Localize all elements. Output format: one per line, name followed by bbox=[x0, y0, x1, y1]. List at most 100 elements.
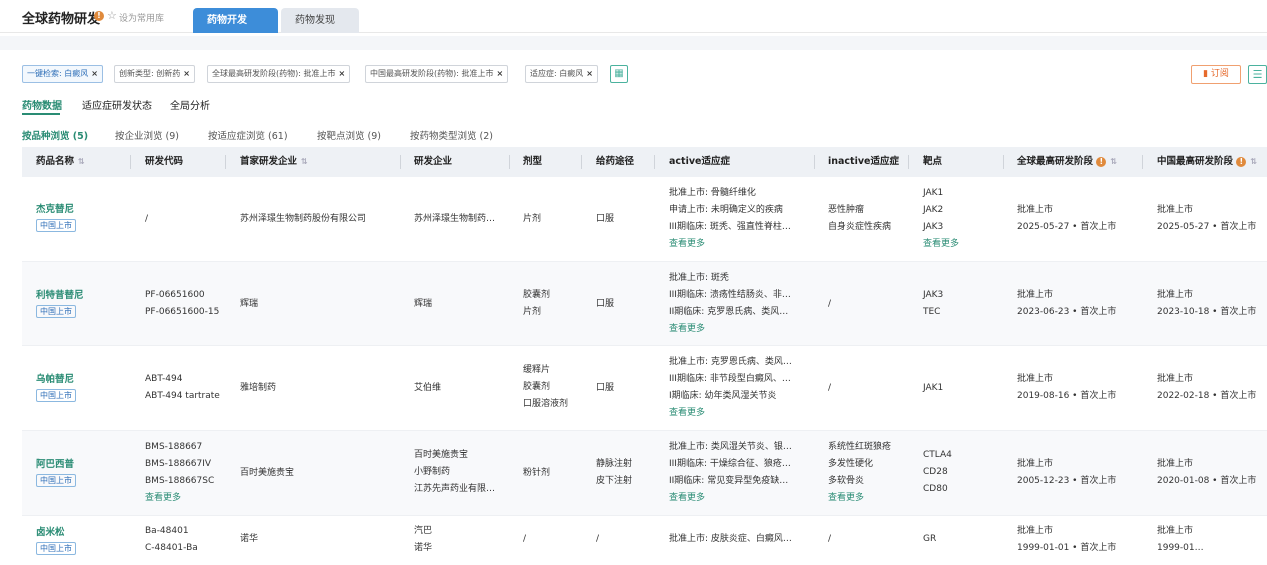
route-text: / bbox=[596, 534, 600, 544]
tab-drug-development[interactable]: 药物开发 (5) bbox=[193, 8, 278, 51]
code-cell: PF-06651600 PF-06651600-15 bbox=[145, 287, 219, 321]
indication-text: 系统性红斑狼疮 bbox=[828, 442, 892, 452]
close-icon[interactable]: × bbox=[586, 69, 593, 78]
set-favorite-link[interactable]: 设为常用库 bbox=[119, 11, 164, 24]
inactive-indication-cell: / bbox=[828, 296, 831, 313]
close-icon[interactable]: × bbox=[496, 69, 503, 78]
filter-chip[interactable]: 中国最高研发阶段(药物): 批准上市 × bbox=[365, 65, 509, 83]
see-more-link[interactable]: 查看更多 bbox=[923, 236, 959, 253]
calendar-icon[interactable]: ▦ bbox=[610, 65, 628, 83]
close-icon[interactable]: × bbox=[91, 69, 98, 78]
route-cell: 口服 bbox=[596, 211, 614, 228]
status-badge: 中国上市 bbox=[36, 305, 76, 318]
drug-name-link[interactable]: 卤米松 bbox=[36, 526, 76, 540]
indication-text: / bbox=[828, 299, 832, 309]
drug-name-link[interactable]: 阿巴西普 bbox=[36, 458, 76, 472]
column-header[interactable]: 中国最高研发阶段 ! ⇅ bbox=[1157, 147, 1257, 177]
company-link[interactable]: 汽巴 bbox=[414, 523, 432, 540]
subscribe-label: 订阅 bbox=[1210, 69, 1229, 79]
bookmark-icon: ▮ bbox=[1203, 69, 1209, 79]
close-icon[interactable]: × bbox=[183, 69, 190, 78]
see-more-link[interactable]: 查看更多 bbox=[145, 490, 214, 507]
see-more-link[interactable]: 查看更多 bbox=[828, 490, 891, 507]
company-link[interactable]: 江苏先声药业有限… bbox=[414, 481, 495, 498]
column-header: 研发代码 bbox=[145, 156, 184, 167]
filter-chip[interactable]: 一键检索: 白癜风 × bbox=[22, 65, 103, 83]
column-header[interactable]: 全球最高研发阶段 ! ⇅ bbox=[1017, 147, 1117, 177]
close-icon[interactable]: × bbox=[338, 69, 345, 78]
view-by-indication[interactable]: 按适应症浏览 (61) bbox=[208, 128, 288, 142]
company-link[interactable]: 诺华 bbox=[414, 540, 432, 557]
company-link[interactable]: 辉瑞 bbox=[414, 296, 432, 313]
see-more-link[interactable]: 查看更多 bbox=[669, 490, 792, 507]
column-divider bbox=[654, 155, 655, 169]
tab-label: 药物发现 bbox=[295, 15, 335, 26]
stage-text: 批准上市 bbox=[1017, 205, 1054, 215]
view-by-drug-type[interactable]: 按药物类型浏览 (2) bbox=[410, 128, 493, 142]
code-text: BMS-188667 bbox=[145, 442, 203, 452]
code-cell: / bbox=[145, 211, 148, 228]
company-link[interactable]: 艾伯维 bbox=[414, 380, 441, 397]
first-company-cell: 百时美施贵宝 bbox=[240, 468, 295, 478]
subtab-indication-status[interactable]: 适应症研发状态 bbox=[82, 97, 152, 112]
column-header: inactive适应症 bbox=[828, 156, 899, 167]
stage-text: 批准上市 bbox=[1017, 459, 1054, 469]
form-cell: / bbox=[523, 531, 526, 548]
form-text: 片剂 bbox=[523, 307, 542, 317]
form-text: 胶囊剂 bbox=[523, 290, 551, 300]
filter-chip[interactable]: 全球最高研发阶段(药物): 批准上市 × bbox=[207, 65, 351, 83]
company-link[interactable]: 小野制药 bbox=[414, 464, 495, 481]
view-by-variety[interactable]: 按品种浏览 (5) bbox=[22, 128, 88, 142]
tab-drug-discovery[interactable]: 药物发现! bbox=[281, 8, 359, 50]
active-indication-cell: 批准上市: 皮肤炎症、白癜风… bbox=[669, 531, 792, 548]
sort-icon[interactable]: ⇅ bbox=[1110, 157, 1117, 166]
subtab-global-analysis[interactable]: 全局分析 bbox=[170, 97, 210, 112]
drug-name-cell: 利特昔替尼 中国上市 bbox=[36, 289, 84, 319]
global-stage-cell: 批准上市 1999-01-01 • 首次上市 bbox=[1017, 523, 1116, 557]
company-cell: 艾伯维 bbox=[414, 380, 441, 397]
active-indication-cell: 批准上市: 斑秃 III期临床: 溃疡性结肠炎、非… II期临床: 克罗恩氏病、… bbox=[669, 270, 791, 338]
drug-name-link[interactable]: 利特昔替尼 bbox=[36, 289, 84, 303]
filter-chip[interactable]: 适应症: 白癜风 × bbox=[525, 65, 598, 83]
indication-text: 申请上市: 未明确定义的疾病 bbox=[669, 205, 783, 215]
view-by-company[interactable]: 按企业浏览 (9) bbox=[115, 128, 179, 142]
target-cell: JAK1 JAK2 JAK3 查看更多 bbox=[923, 185, 959, 253]
star-icon[interactable]: ☆ bbox=[107, 9, 117, 22]
table-row: 乌帕替尼 中国上市 ABT-494 ABT-494 tartrate 雅培制药 … bbox=[22, 346, 1267, 431]
drug-name-link[interactable]: 乌帕替尼 bbox=[36, 373, 76, 387]
view-by-target[interactable]: 按靶点浏览 (9) bbox=[317, 128, 381, 142]
company-link[interactable]: 苏州泽璟生物制药… bbox=[414, 211, 495, 228]
table-row: 卤米松 中国上市 Ba-48401 C-48401-Ba 诺华 汽巴 诺华 / … bbox=[22, 516, 1267, 565]
info-icon[interactable]: ! bbox=[94, 11, 104, 21]
see-more-link[interactable]: 查看更多 bbox=[669, 321, 791, 338]
subtab-drug-data[interactable]: 药物数据 bbox=[22, 97, 62, 112]
chip-label: 全球最高研发阶段(药物): 批准上市 bbox=[212, 69, 336, 78]
target-text: GR bbox=[923, 534, 937, 544]
filter-chip[interactable]: 创新类型: 创新药 × bbox=[114, 65, 195, 83]
status-badge: 中国上市 bbox=[36, 474, 76, 487]
drug-name-link[interactable]: 杰克替尼 bbox=[36, 203, 76, 217]
see-more-link[interactable]: 查看更多 bbox=[669, 405, 792, 422]
code-cell: ABT-494 ABT-494 tartrate bbox=[145, 371, 220, 405]
subscribe-button[interactable]: ▮ 订阅 bbox=[1191, 65, 1241, 84]
route-text: 口服 bbox=[596, 299, 615, 309]
chip-label: 适应症: 白癜风 bbox=[530, 69, 584, 78]
list-view-icon[interactable]: ☰ bbox=[1248, 65, 1267, 84]
column-header[interactable]: 首家研发企业 ⇅ bbox=[240, 147, 308, 177]
column-header: 剂型 bbox=[523, 156, 543, 167]
column-header[interactable]: 药品名称 ⇅ bbox=[36, 147, 85, 177]
form-cell: 胶囊剂 片剂 bbox=[523, 287, 550, 321]
form-cell: 缓释片 胶囊剂 口服溶液剂 bbox=[523, 362, 568, 413]
column-divider bbox=[581, 155, 582, 169]
table-row: 杰克替尼 中国上市 / 苏州泽璟生物制药股份有限公司 苏州泽璟生物制药… 片剂 … bbox=[22, 177, 1267, 262]
see-more-link[interactable]: 查看更多 bbox=[669, 236, 791, 253]
route-text: 口服 bbox=[596, 383, 615, 393]
company-link[interactable]: 百时美施贵宝 bbox=[414, 447, 495, 464]
sort-icon[interactable]: ⇅ bbox=[301, 157, 308, 166]
indication-text: I期临床: 幼年类风湿关节炎 bbox=[669, 391, 777, 401]
sort-icon[interactable]: ⇅ bbox=[1250, 157, 1257, 166]
stage-text: 批准上市 bbox=[1157, 374, 1194, 384]
stage-text: 批准上市 bbox=[1157, 459, 1194, 469]
sort-icon[interactable]: ⇅ bbox=[78, 157, 85, 166]
first-company-cell: 辉瑞 bbox=[240, 299, 259, 309]
